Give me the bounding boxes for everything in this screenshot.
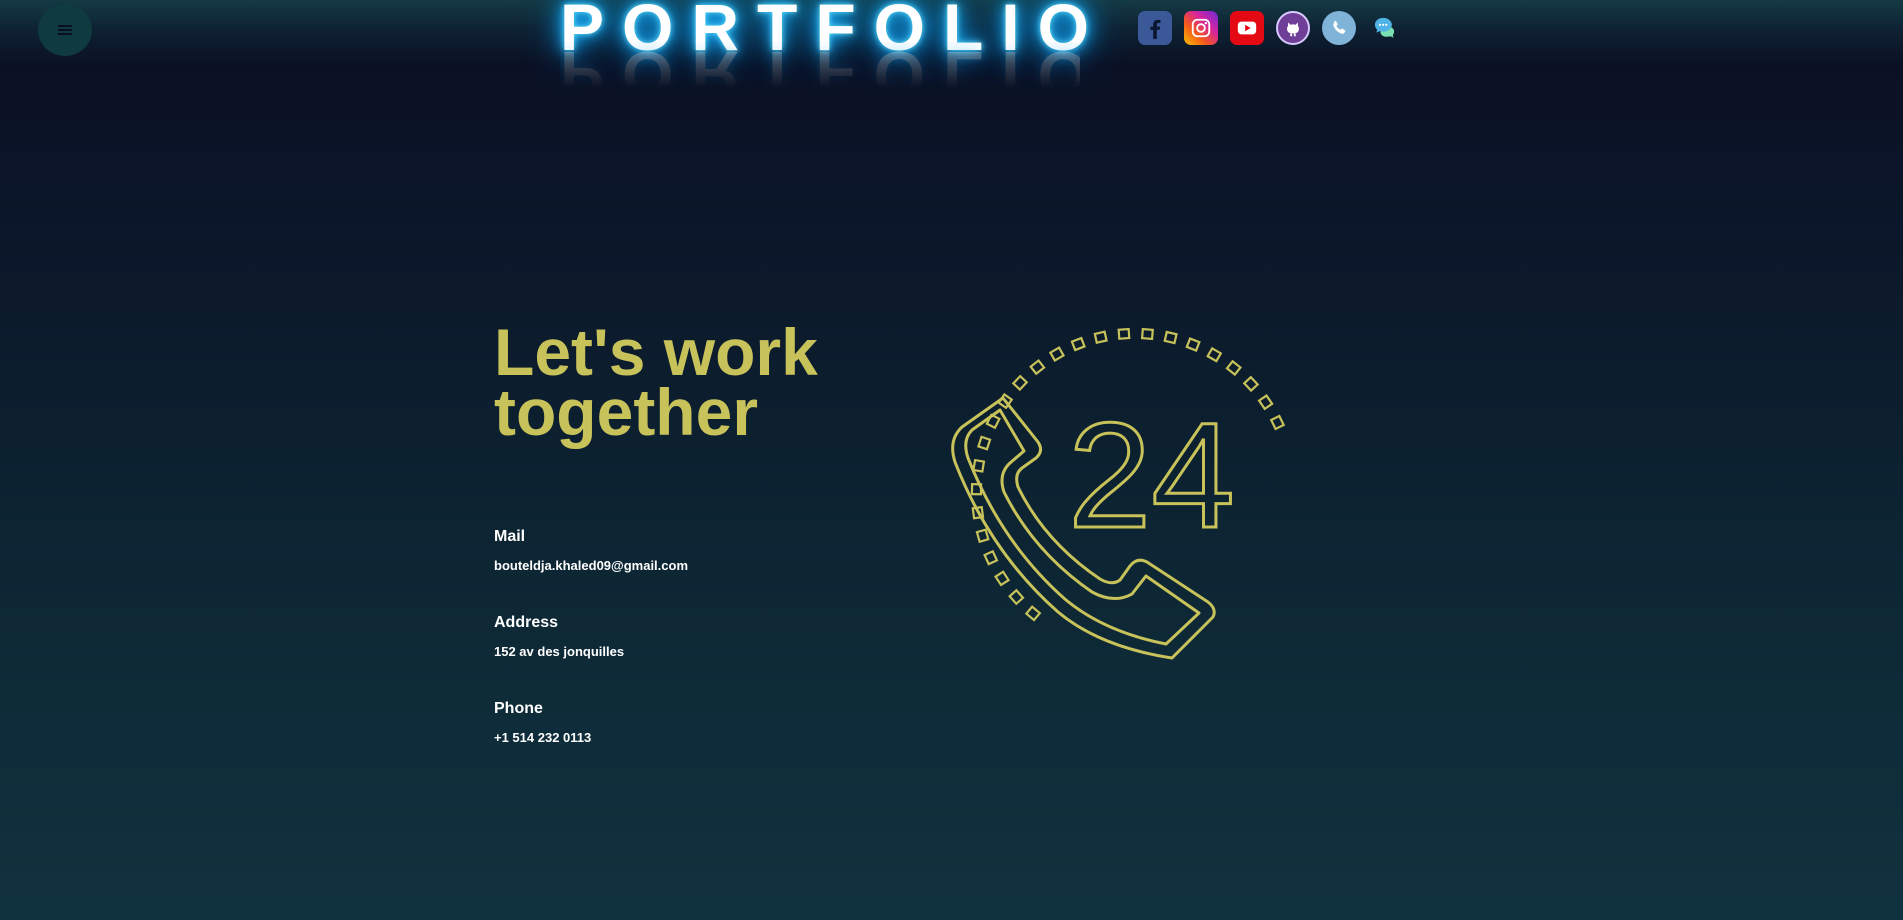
ring-dash <box>1269 414 1286 431</box>
ring-dash <box>975 528 990 544</box>
phone-label: Phone <box>494 700 543 717</box>
ring-dash <box>972 458 986 473</box>
menu-button[interactable] <box>38 4 92 56</box>
ring-dash <box>1070 336 1086 352</box>
ring-dash <box>977 435 992 451</box>
ring-dash <box>1242 375 1260 393</box>
phone-link[interactable] <box>1322 11 1356 45</box>
contact-mail: Mail bouteldja.khaled09@gmail.com <box>494 528 688 573</box>
ring-dash <box>1225 359 1242 377</box>
ring-dash <box>983 549 999 566</box>
ring-dash <box>1029 358 1046 376</box>
youtube-link[interactable] <box>1230 11 1264 45</box>
ring-dash <box>1163 330 1178 345</box>
headline-line-2: together <box>494 375 758 449</box>
ring-dash <box>1185 337 1201 352</box>
contact-phone: Phone +1 514 232 0113 <box>494 700 591 745</box>
phone-icon <box>1333 20 1346 34</box>
ring-dash <box>1048 346 1066 362</box>
phone-value[interactable]: +1 514 232 0113 <box>494 730 591 745</box>
chat-icon <box>1374 17 1395 38</box>
facebook-link[interactable] <box>1138 11 1172 45</box>
ring-dash <box>1117 327 1131 340</box>
page-headline: Let's work together <box>494 319 914 445</box>
instagram-icon <box>1191 18 1211 38</box>
ring-dash <box>1008 588 1025 606</box>
address-label: Address <box>494 614 559 631</box>
facebook-icon <box>1150 19 1161 39</box>
github-link[interactable] <box>1276 11 1310 45</box>
address-value: 152 av des jonquilles <box>494 644 625 659</box>
youtube-icon <box>1237 21 1257 35</box>
phone-24-icon: 24 <box>951 327 1286 660</box>
hamburger-icon <box>58 25 72 35</box>
contact-address: Address 152 av des jonquilles <box>494 614 624 659</box>
instagram-link[interactable] <box>1184 11 1218 45</box>
logo: PORTFOLIO PORTFOLIO <box>560 0 1107 112</box>
ring-dash <box>1206 346 1223 363</box>
mail-label: Mail <box>494 528 526 545</box>
github-icon <box>1287 22 1299 37</box>
ring-dash <box>994 570 1011 587</box>
ring-dash <box>1024 605 1042 622</box>
ring-dash <box>1257 394 1274 411</box>
chat-link[interactable] <box>1368 11 1402 45</box>
social-links <box>1138 11 1402 45</box>
ring-dash <box>1011 374 1029 392</box>
ring-dash <box>1140 327 1154 341</box>
mail-value[interactable]: bouteldja.khaled09@gmail.com <box>494 558 688 573</box>
logo-reflection: PORTFOLIO <box>560 38 1107 112</box>
digits-24: 24 <box>1068 391 1235 559</box>
ring-dash <box>1093 330 1108 344</box>
